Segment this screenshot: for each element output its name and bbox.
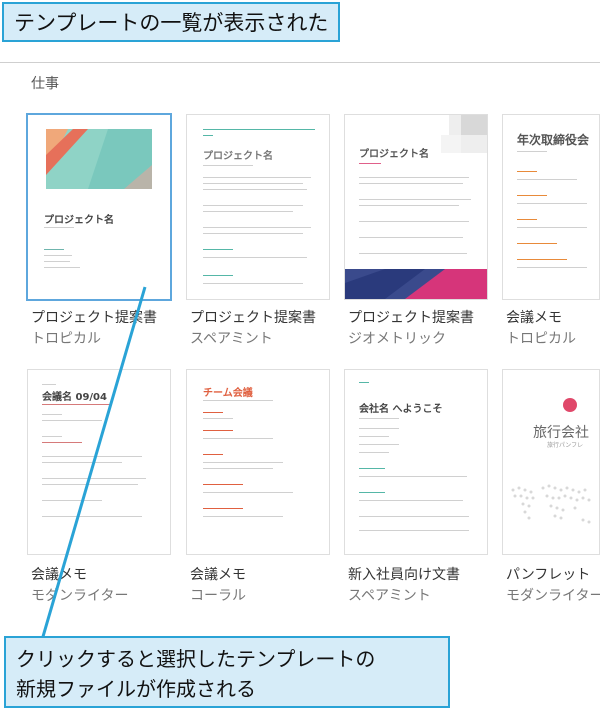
template-card-brochure-modern-writer[interactable]: 旅行会社 旅行パンフレ	[502, 369, 600, 555]
template-subtitle: スペアミント	[348, 588, 431, 604]
preview-heading: 年次取締役会	[517, 133, 590, 147]
template-subtitle: トロピカル	[506, 331, 576, 347]
template-gallery: 仕事 プロジェクト名 プロジェクト提案書 トロピカル プロジェクト名 プロジェク…	[0, 62, 600, 625]
top-callout: テンプレートの一覧が表示された	[2, 2, 341, 42]
template-title: プロジェクト提案書	[190, 310, 316, 326]
world-map-graphic	[511, 484, 591, 524]
preview-heading: チーム会議	[203, 388, 253, 399]
preview-heading: 会社名 へようこそ	[359, 404, 443, 415]
preview-subheading: 旅行パンフレ	[547, 442, 584, 449]
template-title: パンフレット	[506, 567, 591, 583]
preview-heading: 旅行会社	[533, 425, 589, 441]
template-card-onboarding-spearmint[interactable]: 会社名 へようこそ	[344, 369, 488, 555]
top-callout-text: テンプレートの一覧が表示された	[14, 11, 329, 35]
preview-heading: プロジェクト名	[359, 149, 429, 160]
template-title: 会議メモ	[190, 567, 246, 583]
template-subtitle: モダンライター	[506, 588, 600, 604]
template-card-project-tropical[interactable]: プロジェクト名	[27, 114, 171, 300]
bottom-callout-line1: クリックすると選択したテンプレートの	[16, 647, 376, 671]
template-card-meeting-modern-writer[interactable]: 会議名 09/04	[27, 369, 171, 555]
section-title: 仕事	[31, 76, 59, 92]
template-subtitle: コーラル	[190, 588, 246, 604]
brochure-logo-icon	[563, 398, 577, 412]
geometric-pattern	[345, 115, 487, 299]
template-title: プロジェクト提案書	[348, 310, 474, 326]
template-title: プロジェクト提案書	[31, 310, 157, 326]
bottom-callout: クリックすると選択したテンプレートの 新規ファイルが作成される	[4, 636, 450, 708]
template-subtitle: トロピカル	[31, 331, 101, 347]
tropical-artwork	[46, 129, 152, 189]
template-subtitle: モダンライター	[31, 588, 129, 604]
template-title: 会議メモ	[506, 310, 562, 326]
template-title: 新入社員向け文書	[348, 567, 460, 583]
template-subtitle: ジオメトリック	[348, 331, 446, 347]
template-subtitle: スペアミント	[190, 331, 273, 347]
preview-heading: 会議名 09/04	[42, 392, 107, 403]
template-card-project-spearmint[interactable]: プロジェクト名	[186, 114, 330, 300]
template-card-meeting-tropical[interactable]: 年次取締役会	[502, 114, 600, 300]
template-title: 会議メモ	[31, 567, 87, 583]
template-card-project-geometric[interactable]: プロジェクト名	[344, 114, 488, 300]
template-card-meeting-coral[interactable]: チーム会議	[186, 369, 330, 555]
bottom-callout-line2: 新規ファイルが作成される	[16, 677, 256, 701]
preview-heading: プロジェクト名	[203, 151, 273, 162]
preview-heading: プロジェクト名	[44, 215, 114, 226]
